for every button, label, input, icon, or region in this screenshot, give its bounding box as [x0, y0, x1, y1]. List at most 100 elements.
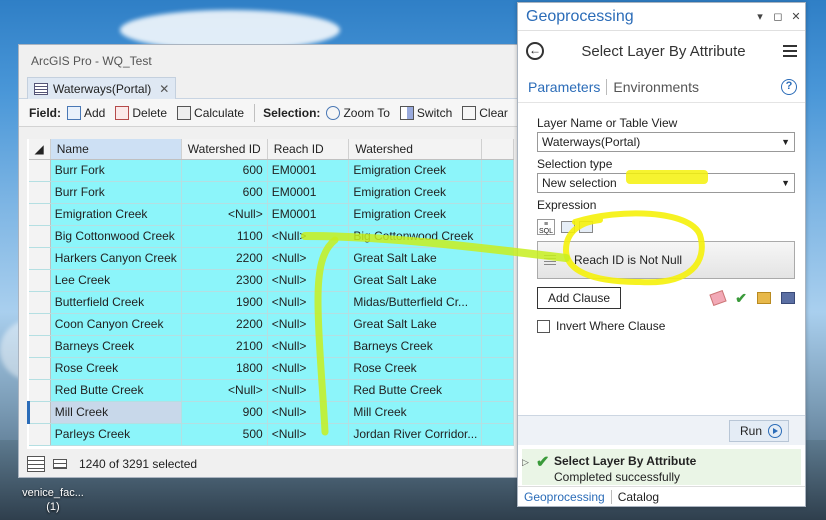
- cell-reach-id[interactable]: <Null>: [267, 335, 350, 358]
- cell-name[interactable]: Parleys Creek: [50, 423, 182, 446]
- cell-reach-id[interactable]: <Null>: [267, 379, 350, 402]
- invert-where-checkbox[interactable]: [537, 319, 550, 333]
- layer-dropdown[interactable]: Waterways(Portal) ▼: [537, 132, 795, 152]
- cell-watershed-id[interactable]: 600: [181, 159, 268, 182]
- desktop-icon[interactable]: venice_fac... (1): [18, 486, 88, 514]
- row-header[interactable]: [28, 159, 51, 182]
- run-button[interactable]: Run: [728, 420, 789, 442]
- cell-watershed[interactable]: Great Salt Lake: [348, 269, 483, 292]
- cell-watershed[interactable]: Red Butte Creek: [348, 379, 483, 402]
- expression-import-icon[interactable]: [561, 221, 575, 233]
- cell-watershed[interactable]: Great Salt Lake: [348, 247, 483, 270]
- table-row[interactable]: Mill Creek 900 <Null> Mill Creek: [27, 401, 514, 424]
- add-clause-button[interactable]: Add Clause: [537, 287, 622, 309]
- cell-reach-id[interactable]: EM0001: [267, 203, 350, 226]
- row-header[interactable]: [28, 203, 51, 226]
- cell-name[interactable]: Barneys Creek: [50, 335, 182, 358]
- close-pane-icon[interactable]: ✕: [787, 10, 805, 23]
- cell-watershed[interactable]: Great Salt Lake: [348, 313, 483, 336]
- cell-watershed[interactable]: Emigration Creek: [348, 203, 483, 226]
- cell-reach-id[interactable]: <Null>: [267, 247, 350, 270]
- table-row[interactable]: Burr Fork 600 EM0001 Emigration Creek: [28, 159, 514, 182]
- table-row[interactable]: Barneys Creek 2100 <Null> Barneys Creek: [28, 335, 514, 358]
- expression-export-icon[interactable]: [579, 221, 593, 233]
- cell-reach-id[interactable]: EM0001: [267, 159, 350, 182]
- cell-reach-id[interactable]: <Null>: [267, 357, 350, 380]
- table-row[interactable]: Red Butte Creek <Null> <Null> Red Butte Cre…: [28, 379, 514, 402]
- table-row[interactable]: Parleys Creek 500 <Null> Jordan River Corri…: [28, 423, 514, 446]
- clear-button[interactable]: Clear: [462, 105, 508, 120]
- row-header[interactable]: [28, 357, 51, 380]
- cell-watershed-id[interactable]: 2200: [181, 313, 268, 336]
- cell-watershed[interactable]: Mill Creek: [348, 401, 483, 424]
- row-header[interactable]: [28, 225, 51, 248]
- cell-reach-id[interactable]: <Null>: [267, 225, 350, 248]
- cell-name[interactable]: Coon Canyon Creek: [50, 313, 182, 336]
- cell-name[interactable]: Mill Creek: [50, 401, 182, 424]
- menu-icon[interactable]: [783, 45, 797, 57]
- calculate-field-button[interactable]: Calculate: [177, 105, 244, 120]
- eraser-icon[interactable]: [709, 289, 727, 307]
- switch-button[interactable]: Switch: [399, 105, 452, 120]
- cell-watershed-id[interactable]: 500: [181, 423, 268, 446]
- tab-environments[interactable]: Environments: [613, 79, 781, 95]
- cell-name[interactable]: Big Cottonwood Creek: [50, 225, 182, 248]
- cell-watershed-id[interactable]: 1100: [181, 225, 268, 248]
- cell-name[interactable]: Lee Creek: [50, 269, 182, 292]
- help-icon[interactable]: ?: [781, 78, 797, 95]
- column-header-name[interactable]: Name: [50, 139, 182, 160]
- table-row[interactable]: Emigration Creek <Null> EM0001 Emigration C…: [28, 203, 514, 226]
- cell-watershed[interactable]: Rose Creek: [348, 357, 483, 380]
- result-panel[interactable]: ▷ ✔ Select Layer By Attribute Completed …: [522, 449, 801, 485]
- row-header[interactable]: [28, 335, 51, 358]
- tab-catalog[interactable]: Catalog: [618, 490, 659, 504]
- cell-name[interactable]: Burr Fork: [50, 159, 182, 182]
- show-selected-records-icon[interactable]: [53, 459, 67, 469]
- cell-reach-id[interactable]: <Null>: [267, 269, 350, 292]
- cell-watershed-id[interactable]: 1900: [181, 291, 268, 314]
- table-row[interactable]: Butterfield Creek 1900 <Null> Midas/Butterf…: [28, 291, 514, 314]
- select-all-corner[interactable]: ◢: [28, 139, 51, 160]
- cell-watershed-id[interactable]: 2300: [181, 269, 268, 292]
- add-field-button[interactable]: Add: [67, 105, 105, 120]
- cell-name[interactable]: Butterfield Creek: [50, 291, 182, 314]
- tab-parameters[interactable]: Parameters: [528, 79, 600, 95]
- tab-waterways[interactable]: Waterways(Portal) ✕: [27, 77, 177, 99]
- row-header[interactable]: [28, 181, 51, 204]
- invert-where-row[interactable]: Invert Where Clause: [537, 319, 795, 333]
- expand-icon[interactable]: ▷: [522, 449, 536, 485]
- cell-watershed[interactable]: Emigration Creek: [348, 159, 483, 182]
- row-header[interactable]: [28, 313, 51, 336]
- row-header[interactable]: [28, 291, 51, 314]
- cell-watershed[interactable]: Jordan River Corridor...: [348, 423, 483, 446]
- cell-watershed-id[interactable]: 900: [181, 401, 268, 424]
- table-row[interactable]: Big Cottonwood Creek 1100 <Null> Big Cotton…: [28, 225, 514, 248]
- verify-check-icon[interactable]: ✔: [735, 291, 747, 305]
- cell-watershed-id[interactable]: <Null>: [181, 379, 268, 402]
- expression-clause[interactable]: Reach ID is Not Null: [537, 241, 795, 279]
- row-header[interactable]: [27, 401, 51, 424]
- cell-watershed-id[interactable]: 1800: [181, 357, 268, 380]
- cell-reach-id[interactable]: <Null>: [267, 401, 350, 424]
- cell-reach-id[interactable]: <Null>: [267, 423, 350, 446]
- cell-name[interactable]: Red Butte Creek: [50, 379, 182, 402]
- show-all-records-icon[interactable]: [27, 456, 45, 472]
- column-header-reach-id[interactable]: Reach ID: [267, 139, 350, 160]
- cell-watershed[interactable]: Emigration Creek: [348, 181, 483, 204]
- cell-name[interactable]: Emigration Creek: [50, 203, 182, 226]
- column-header-watershed[interactable]: Watershed: [348, 139, 483, 160]
- table-row[interactable]: Lee Creek 2300 <Null> Great Salt Lake: [28, 269, 514, 292]
- cell-watershed[interactable]: Big Cottonwood Creek: [348, 225, 483, 248]
- cell-name[interactable]: Harkers Canyon Creek: [50, 247, 182, 270]
- cell-watershed-id[interactable]: 2200: [181, 247, 268, 270]
- row-header[interactable]: [28, 379, 51, 402]
- drag-handle-icon[interactable]: [544, 255, 556, 265]
- cell-reach-id[interactable]: EM0001: [267, 181, 350, 204]
- zoom-to-button[interactable]: Zoom To: [326, 105, 390, 120]
- save-icon[interactable]: [781, 292, 795, 304]
- cell-watershed-id[interactable]: <Null>: [181, 203, 268, 226]
- table-row[interactable]: Coon Canyon Creek 2200 <Null> Great Salt La…: [28, 313, 514, 336]
- table-row[interactable]: Harkers Canyon Creek 2200 <Null> Great Salt…: [28, 247, 514, 270]
- cell-watershed[interactable]: Barneys Creek: [348, 335, 483, 358]
- cell-watershed-id[interactable]: 2100: [181, 335, 268, 358]
